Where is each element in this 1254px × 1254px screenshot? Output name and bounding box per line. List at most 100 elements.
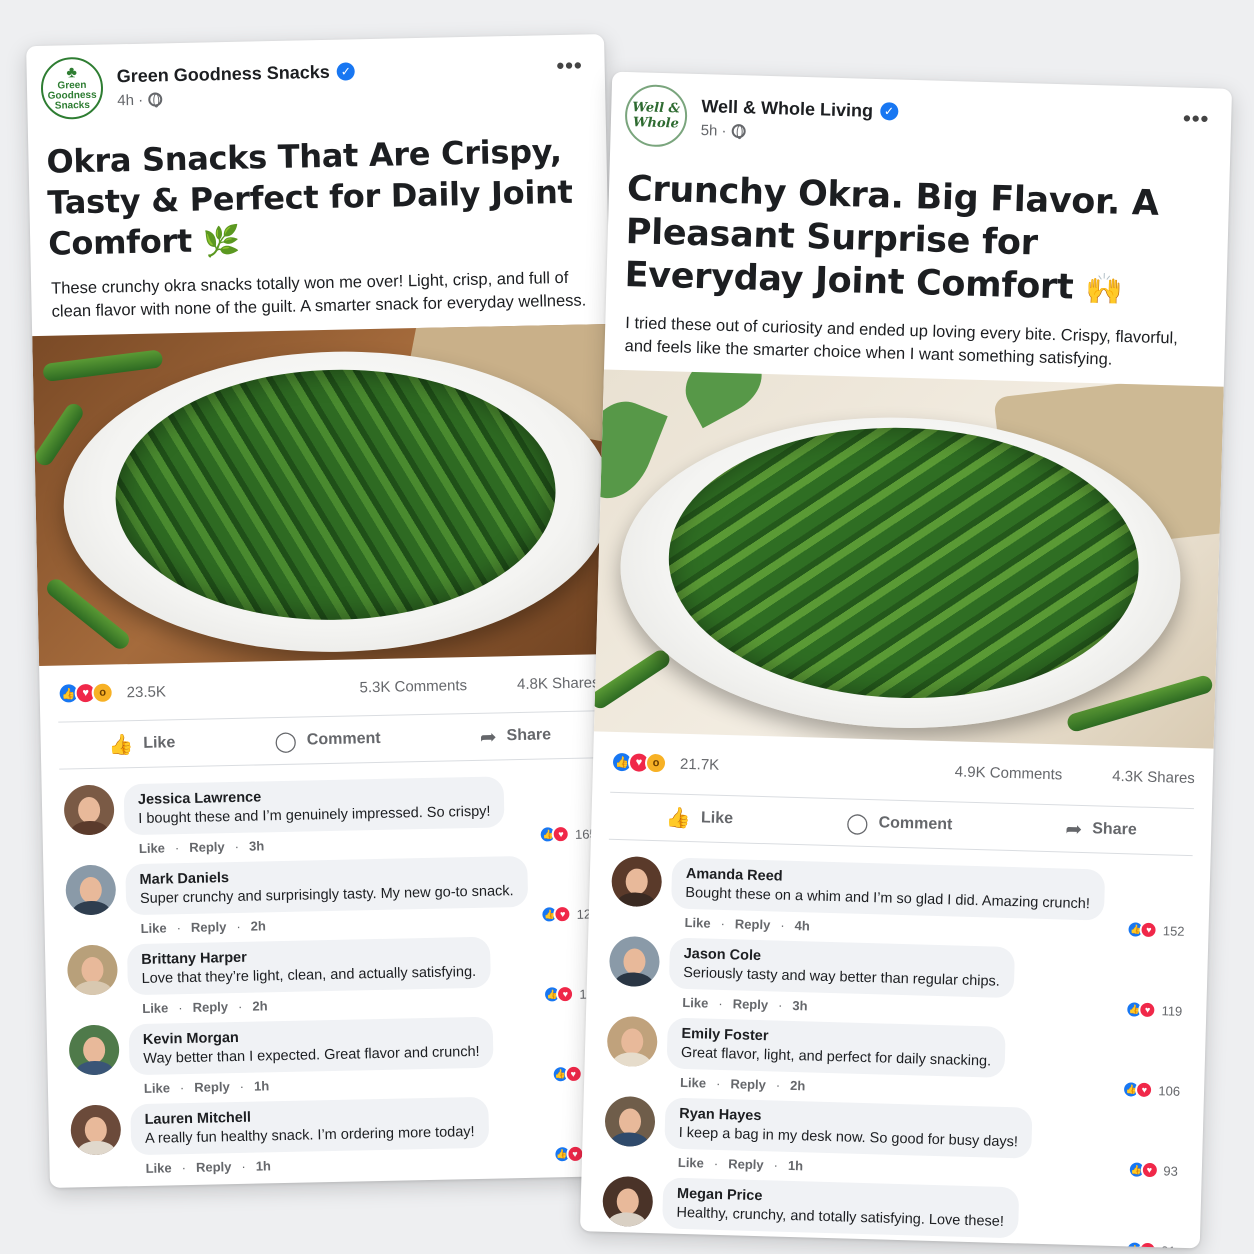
comment-reply-link[interactable]: Reply — [196, 1159, 232, 1175]
post-header: ♣ Green Goodness Snacks Green Goodness S… — [26, 34, 605, 120]
love-reaction-icon: ♥ — [1140, 1160, 1159, 1180]
post-description: I tried these out of curiosity and ended… — [624, 314, 1179, 369]
avatar[interactable] — [608, 935, 661, 988]
share-count[interactable]: 4.3K Shares — [1112, 767, 1195, 786]
avatar[interactable] — [66, 944, 118, 996]
thumbs-up-icon: 👍 — [108, 733, 134, 757]
comment-reply-link[interactable]: Reply — [735, 916, 771, 932]
comment-like-link[interactable]: Like — [684, 915, 710, 931]
share-button[interactable]: ➦ Share — [1065, 816, 1137, 843]
comment-reaction-count: 119 — [1161, 1002, 1183, 1019]
comment-time[interactable]: 1h — [256, 1158, 271, 1173]
comment-reactions[interactable]: 👍♥ 81 — [1124, 1240, 1176, 1249]
comment-bubble-icon: ◯ — [274, 730, 298, 753]
comment-reply-link[interactable]: Reply — [728, 1156, 764, 1172]
share-count[interactable]: 4.8K Shares — [517, 674, 600, 693]
post-timestamp[interactable]: 5h · — [700, 122, 726, 140]
comment-like-link[interactable]: Like — [142, 1000, 168, 1016]
avatar[interactable] — [602, 1175, 654, 1228]
avatar[interactable] — [70, 1104, 122, 1156]
like-button[interactable]: 👍 Like — [108, 731, 175, 757]
reaction-count[interactable]: 23.5K — [126, 683, 166, 701]
share-button[interactable]: ➦ Share — [480, 723, 552, 749]
comment-item: Jason Cole Seriously tasty and way bette… — [608, 935, 1194, 1024]
comment-item: Mark Daniels Super crunchy and surprisin… — [65, 854, 608, 937]
love-reaction-icon: ♥ — [564, 1064, 583, 1084]
post-card-green-goodness: ♣ Green Goodness Snacks Green Goodness S… — [26, 34, 628, 1188]
more-options-icon[interactable]: ••• — [556, 53, 583, 80]
comment-time[interactable]: 2h — [251, 918, 266, 933]
comment-time[interactable]: 3h — [792, 998, 808, 1013]
comment-reactions[interactable]: 👍 ♥ 165 — [538, 824, 597, 844]
comment-time[interactable]: 2h — [252, 998, 267, 1013]
avatar[interactable] — [606, 1015, 658, 1068]
comment-time[interactable]: 3h — [249, 838, 264, 853]
comment-time[interactable]: 4h — [794, 918, 810, 933]
post-description: These crunchy okra snacks totally won me… — [51, 268, 587, 321]
globe-icon — [147, 92, 163, 107]
share-button-label: Share — [506, 726, 552, 745]
post-timestamp[interactable]: 4h · — [117, 91, 143, 109]
comment-like-link[interactable]: Like — [139, 840, 165, 856]
comment-button[interactable]: ◯ Comment — [846, 810, 953, 838]
headline-text: Okra Snacks That Are Crispy, Tasty & Per… — [46, 131, 573, 263]
comment-reply-link[interactable]: Reply — [191, 919, 227, 935]
comment-reply-link[interactable]: Reply — [192, 999, 228, 1015]
comment-reply-link[interactable]: Reply — [726, 1236, 762, 1248]
love-reaction-icon: ♥ — [551, 824, 571, 844]
comment-reply-link[interactable]: Reply — [189, 839, 225, 855]
comment-reply-link[interactable]: Reply — [194, 1079, 230, 1095]
avatar[interactable] — [604, 1095, 656, 1148]
comment-like-link[interactable]: Like — [145, 1160, 171, 1176]
comment-count[interactable]: 4.9K Comments — [955, 763, 1063, 783]
comment-reactions[interactable]: 👍 ♥ 106 — [1122, 1080, 1180, 1100]
comment-reply-link[interactable]: Reply — [730, 1076, 766, 1092]
avatar[interactable] — [68, 1024, 120, 1076]
reaction-count[interactable]: 21.7K — [680, 755, 720, 773]
comment-bubble: Kevin Morgan Way better than I expected.… — [128, 1016, 494, 1076]
comment-reaction-count: 152 — [1162, 922, 1185, 939]
comment-bubble: Jason Cole Seriously tasty and way bette… — [668, 937, 1015, 999]
raised-hands-emoji-icon: 🙌 — [1084, 271, 1123, 308]
avatar[interactable] — [65, 864, 117, 916]
logo-line: Whole — [632, 115, 680, 132]
wow-reaction-icon: o — [91, 681, 114, 704]
reaction-icons[interactable]: 👍 ♥ o — [57, 681, 114, 705]
comment-button[interactable]: ◯ Comment — [274, 726, 381, 753]
comment-bubble-icon: ◯ — [845, 811, 869, 835]
comment-text: Way better than I expected. Great flavor… — [143, 1043, 480, 1067]
avatar[interactable] — [63, 784, 115, 836]
post-photo[interactable] — [593, 369, 1224, 749]
comment-time[interactable]: 1h — [786, 1238, 802, 1249]
comment-reactions[interactable]: 👍 ♥ 152 — [1126, 920, 1185, 940]
comment-like-link[interactable]: Like — [140, 920, 166, 936]
comment-item: Emily Foster Great flavor, light, and pe… — [606, 1015, 1192, 1104]
avatar[interactable] — [611, 855, 663, 908]
page-name-link[interactable]: Green Goodness Snacks — [117, 61, 330, 86]
logo-line: Snacks — [54, 99, 90, 112]
like-button[interactable]: 👍 Like — [666, 805, 734, 832]
headline-text: Crunchy Okra. Big Flavor. A Pleasant Sur… — [624, 169, 1160, 308]
comment-like-link[interactable]: Like — [682, 995, 708, 1011]
post-photo[interactable] — [32, 324, 617, 667]
comment-count[interactable]: 5.3K Comments — [359, 677, 467, 696]
love-reaction-icon: ♥ — [553, 904, 572, 924]
page-name-link[interactable]: Well & Whole Living — [701, 96, 873, 122]
comment-time[interactable]: 2h — [790, 1078, 806, 1093]
page-avatar[interactable]: Well & Whole — [624, 83, 688, 148]
comment-reactions[interactable]: 👍 ♥ 93 — [1127, 1160, 1178, 1180]
page-avatar[interactable]: ♣ Green Goodness Snacks — [40, 56, 104, 120]
comment-like-link[interactable]: Like — [675, 1235, 701, 1249]
comment-time[interactable]: 1h — [254, 1078, 269, 1093]
comment-reactions[interactable]: 👍 ♥ 119 — [1125, 1000, 1183, 1020]
comment-reply-link[interactable]: Reply — [732, 996, 768, 1012]
comment-like-link[interactable]: Like — [144, 1080, 170, 1096]
comment-time[interactable]: 1h — [788, 1158, 804, 1173]
share-arrow-icon: ➦ — [1065, 818, 1083, 841]
comment-item: Lauren Mitchell A really fun healthy sna… — [70, 1094, 613, 1177]
comment-like-link[interactable]: Like — [678, 1155, 704, 1171]
more-options-icon[interactable]: ••• — [1183, 106, 1210, 133]
reaction-icons[interactable]: 👍 ♥ o — [610, 750, 668, 775]
comment-like-link[interactable]: Like — [680, 1075, 706, 1091]
comment-reaction-count: 81 — [1161, 1243, 1176, 1249]
